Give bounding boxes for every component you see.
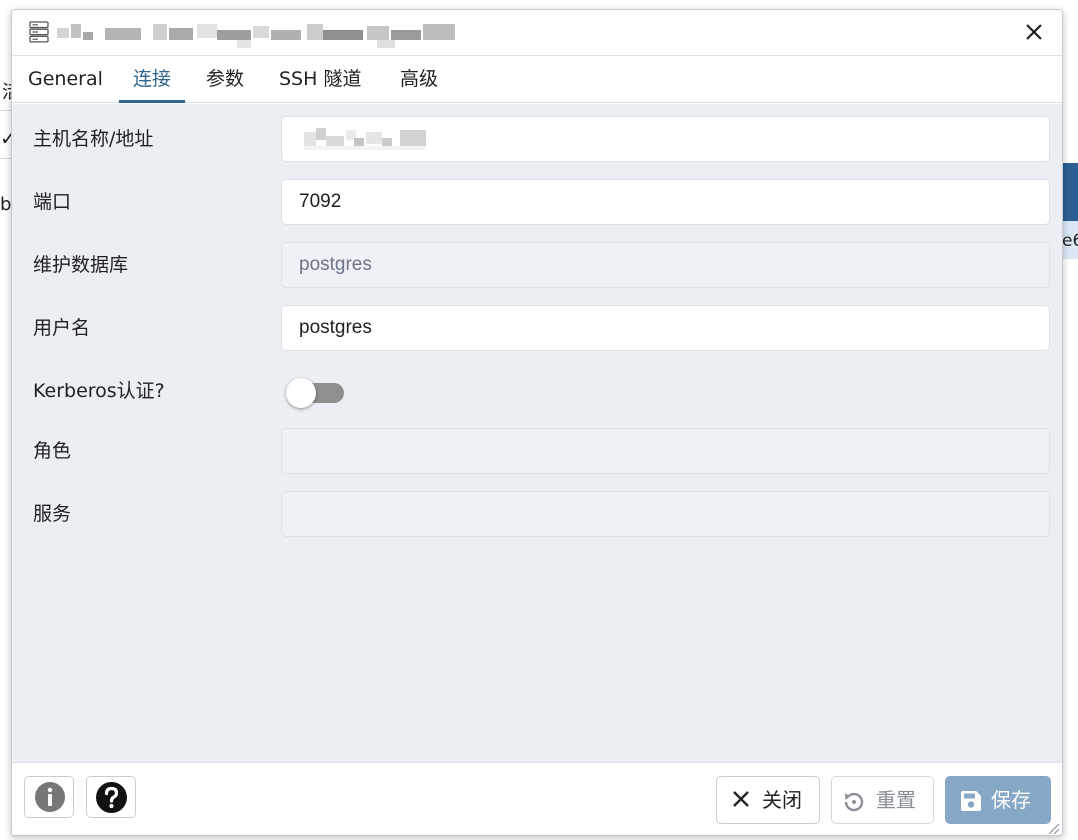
tab-advanced[interactable]: 高级 bbox=[386, 57, 452, 103]
close-button[interactable]: 关闭 bbox=[716, 776, 820, 824]
port-input[interactable]: 7092 bbox=[281, 179, 1050, 225]
save-button[interactable]: 保存 bbox=[945, 776, 1051, 824]
tab-parameters[interactable]: 参数 bbox=[192, 57, 258, 103]
service-input[interactable] bbox=[281, 491, 1050, 537]
background-fragment: e6 bbox=[1062, 231, 1078, 251]
close-button-label: 关闭 bbox=[762, 788, 802, 812]
save-button-label: 保存 bbox=[991, 788, 1031, 812]
close-icon bbox=[733, 791, 749, 807]
kerberos-toggle[interactable] bbox=[286, 378, 346, 408]
info-button[interactable] bbox=[24, 776, 74, 818]
tab-bar: General 连接 参数 SSH 隧道 高级 bbox=[12, 57, 1062, 103]
role-input[interactable] bbox=[281, 428, 1050, 474]
resize-grip-icon[interactable] bbox=[1046, 821, 1060, 835]
dialog-title-bar bbox=[12, 10, 1062, 56]
server-icon bbox=[29, 21, 49, 43]
maintenance-db-row: 维护数据库 postgres bbox=[12, 242, 1062, 288]
reset-button-label: 重置 bbox=[876, 788, 916, 812]
help-icon bbox=[96, 782, 127, 813]
maintenance-db-input[interactable]: postgres bbox=[281, 242, 1050, 288]
connection-dialog: General 连接 参数 SSH 隧道 高级 主机名称/地址 端口 7092 … bbox=[11, 9, 1063, 836]
save-icon bbox=[961, 791, 981, 811]
host-input[interactable] bbox=[281, 116, 1050, 162]
close-icon[interactable] bbox=[1022, 20, 1046, 44]
role-label: 角色 bbox=[33, 440, 72, 462]
reset-icon bbox=[844, 792, 864, 812]
username-row: 用户名 postgres bbox=[12, 305, 1062, 351]
kerberos-label: Kerberos认证? bbox=[33, 380, 165, 402]
dialog-title-redacted bbox=[57, 24, 455, 48]
background-divider bbox=[0, 158, 11, 159]
info-icon bbox=[35, 782, 65, 812]
tab-connection[interactable]: 连接 bbox=[119, 57, 186, 103]
host-value-redacted bbox=[304, 128, 426, 150]
username-input[interactable]: postgres bbox=[281, 305, 1050, 351]
maintenance-db-label: 维护数据库 bbox=[33, 254, 129, 276]
toggle-knob bbox=[286, 378, 316, 408]
host-row: 主机名称/地址 bbox=[12, 116, 1062, 162]
form-content: 主机名称/地址 端口 7092 维护数据库 postgres 用户名 postg… bbox=[12, 104, 1062, 762]
background-divider bbox=[0, 110, 11, 111]
reset-button[interactable]: 重置 bbox=[831, 776, 934, 824]
background-selected-cell bbox=[1062, 163, 1078, 221]
help-button[interactable] bbox=[86, 776, 136, 818]
host-label: 主机名称/地址 bbox=[33, 128, 154, 150]
username-label: 用户名 bbox=[33, 317, 91, 339]
tab-ssh-tunnel[interactable]: SSH 隧道 bbox=[265, 57, 375, 103]
tab-general[interactable]: General bbox=[14, 57, 117, 103]
port-label: 端口 bbox=[33, 191, 72, 213]
dialog-footer: 关闭 重置 保存 bbox=[12, 762, 1062, 835]
kerberos-row: Kerberos认证? bbox=[12, 368, 1062, 414]
service-label: 服务 bbox=[33, 503, 72, 525]
port-row: 端口 7092 bbox=[12, 179, 1062, 225]
service-row: 服务 bbox=[12, 491, 1062, 537]
role-row: 角色 bbox=[12, 428, 1062, 474]
